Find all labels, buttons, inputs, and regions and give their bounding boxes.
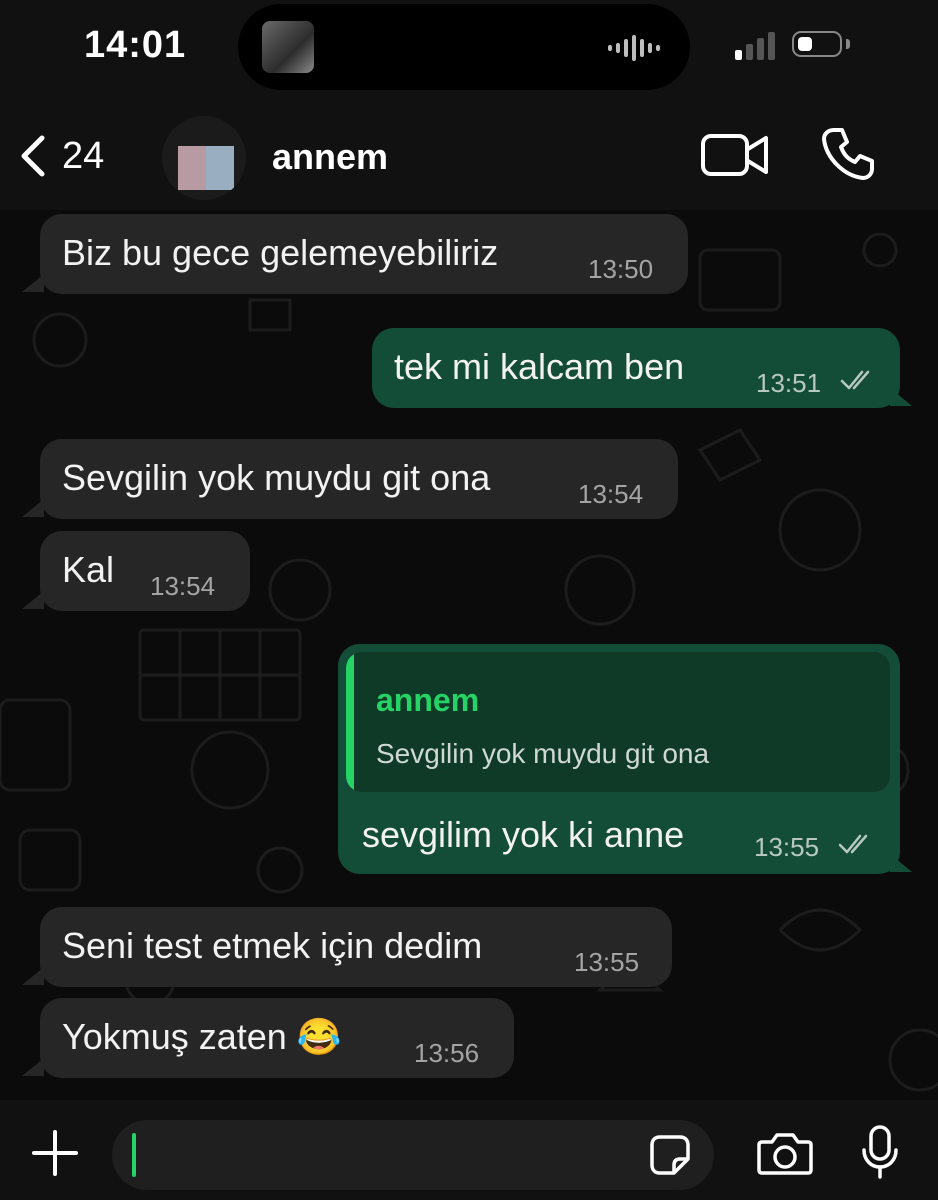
message-input[interactable] — [112, 1120, 714, 1190]
quoted-message[interactable]: annem Sevgilin yok muydu git ona — [346, 652, 890, 792]
double-check-icon — [840, 370, 870, 390]
message-time: 13:55 — [754, 832, 820, 862]
message-text: Yokmuş zaten 😂 — [62, 1016, 342, 1057]
message-bubble-incoming[interactable]: Sevgilin yok muydu git ona 13:54 — [40, 439, 678, 519]
message-bubble-incoming[interactable]: Yokmuş zaten 😂 13:56 — [40, 998, 514, 1078]
chat-header: 24 annem — [0, 100, 938, 210]
status-bar: 14:01 — [0, 0, 938, 100]
contact-name[interactable]: annem — [272, 136, 388, 178]
status-time: 14:01 — [84, 24, 187, 66]
back-button[interactable]: 24 — [18, 134, 104, 178]
message-composer — [0, 1100, 938, 1200]
message-text: Biz bu gece gelemeyebiliriz — [62, 232, 499, 273]
double-check-icon — [838, 834, 868, 854]
back-chevron-icon — [21, 135, 45, 177]
message-time: 13:50 — [588, 254, 654, 284]
message-text: Seni test etmek için dedim — [62, 925, 483, 966]
message-time: 13:55 — [574, 947, 640, 977]
text-caret — [132, 1133, 136, 1177]
now-playing-artwork — [262, 21, 314, 73]
unread-count: 24 — [62, 134, 105, 177]
dynamic-island[interactable] — [238, 4, 690, 90]
message-bubble-outgoing-reply[interactable]: annem Sevgilin yok muydu git ona sevgili… — [338, 644, 900, 874]
quoted-text: Sevgilin yok muydu git ona — [376, 738, 710, 769]
message-time: 13:51 — [756, 368, 822, 398]
sticker-icon[interactable] — [648, 1133, 692, 1177]
video-call-icon[interactable] — [700, 130, 770, 180]
message-text: Sevgilin yok muydu git ona — [62, 457, 491, 498]
quoted-author: annem — [376, 682, 480, 718]
message-bubble-incoming[interactable]: Seni test etmek için dedim 13:55 — [40, 907, 672, 987]
cellular-signal-icon — [735, 30, 775, 60]
audio-waveform-icon — [608, 34, 660, 62]
phone-icon[interactable] — [820, 126, 876, 182]
chat-area[interactable]: Biz bu gece gelemeyebiliriz 13:50 tek mi… — [0, 210, 938, 1100]
plus-icon[interactable] — [30, 1128, 80, 1178]
message-time: 13:54 — [150, 571, 216, 601]
message-bubble-incoming[interactable]: Biz bu gece gelemeyebiliriz 13:50 — [40, 214, 688, 294]
message-time: 13:56 — [414, 1038, 480, 1068]
message-time: 13:54 — [578, 479, 644, 509]
contact-avatar[interactable] — [162, 116, 246, 200]
message-text: Kal — [62, 549, 115, 590]
microphone-icon[interactable] — [860, 1124, 900, 1180]
camera-icon[interactable] — [756, 1130, 814, 1176]
battery-icon — [792, 31, 842, 57]
message-bubble-outgoing[interactable]: tek mi kalcam ben 13:51 — [372, 328, 900, 408]
message-text: tek mi kalcam ben — [394, 346, 685, 387]
message-text: sevgilim yok ki anne — [362, 814, 685, 855]
message-bubble-incoming[interactable]: Kal 13:54 — [40, 531, 250, 611]
